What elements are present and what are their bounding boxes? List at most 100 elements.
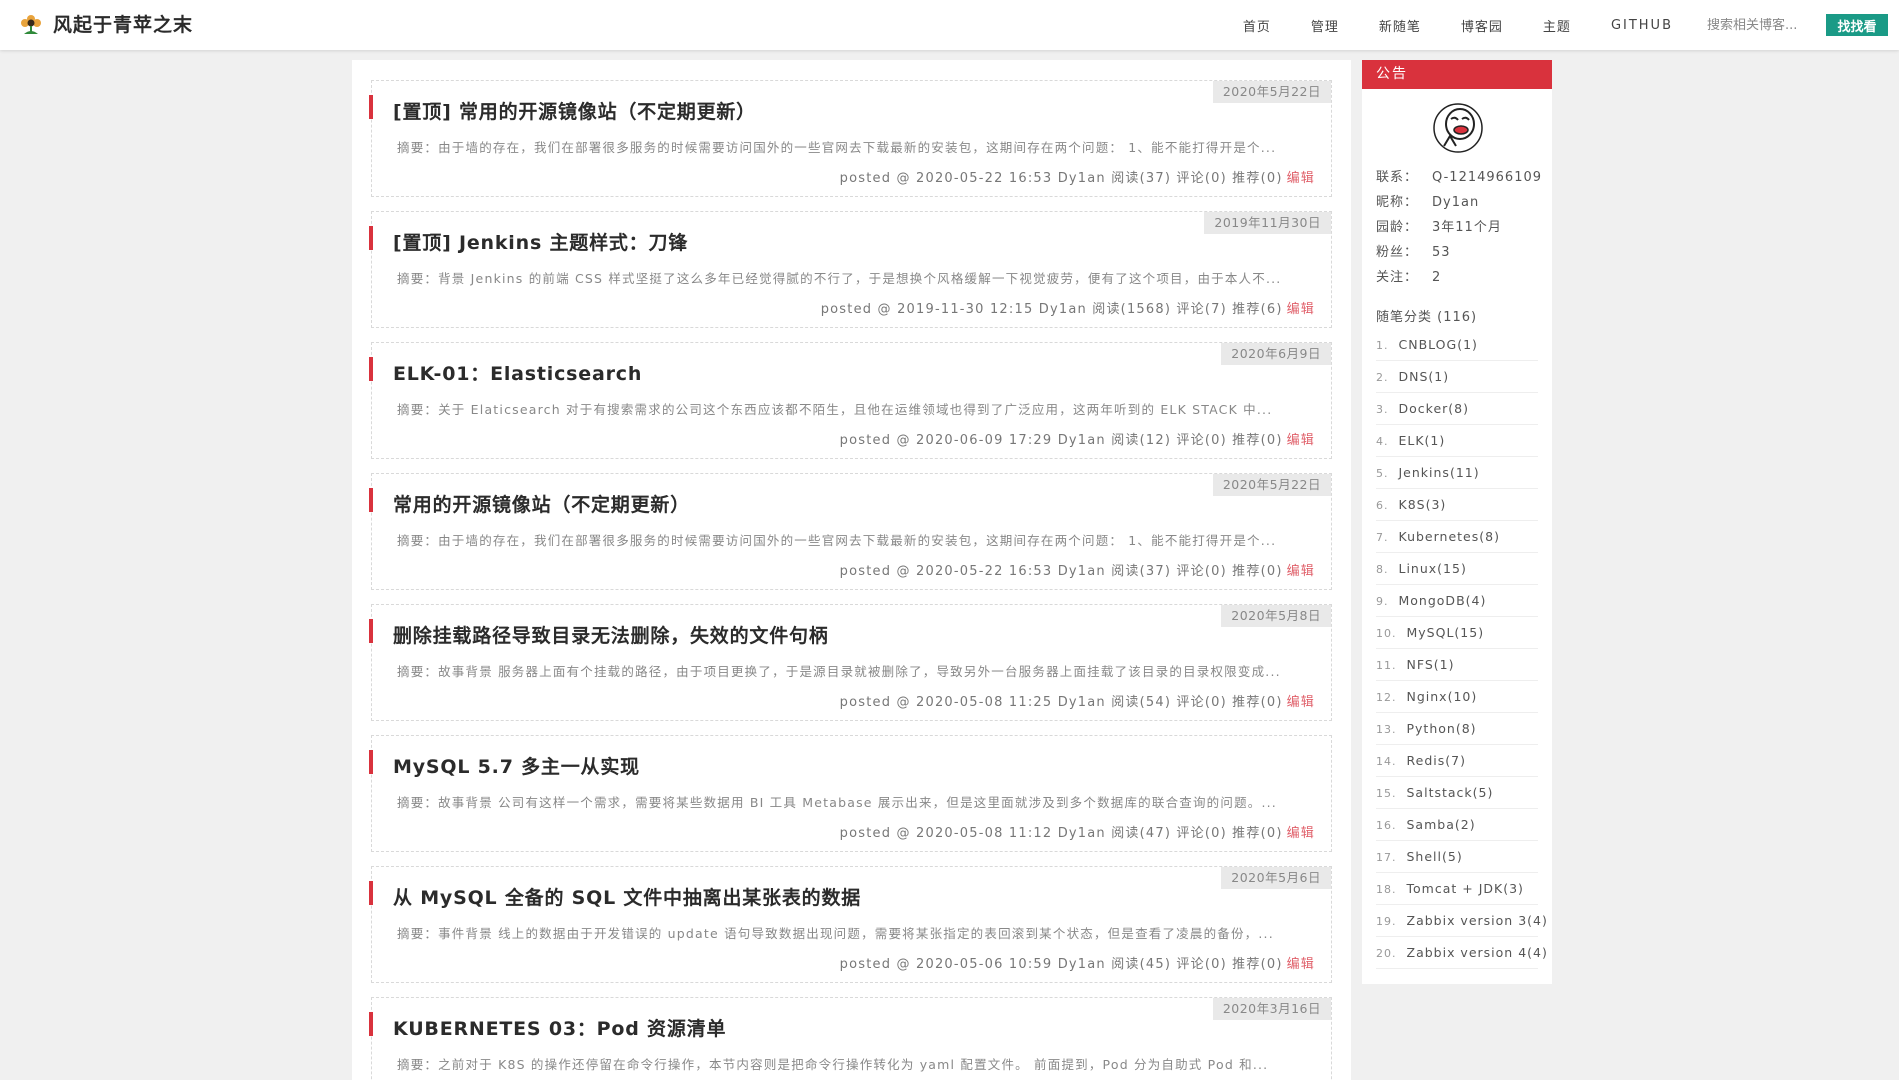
- post-title[interactable]: [置顶] Jenkins 主题样式：刀锋: [393, 228, 688, 255]
- title-accent-bar: [369, 226, 373, 250]
- announcement-header: 公告: [1362, 60, 1552, 89]
- post-date: 2020年6月9日: [1221, 343, 1331, 365]
- category-item[interactable]: 5. Jenkins(11): [1376, 457, 1538, 489]
- post-title[interactable]: 常用的开源镜像站（不定期更新）: [393, 490, 690, 517]
- nav-github[interactable]: GITHUB: [1611, 18, 1673, 33]
- post-summary: 摘要：背景 Jenkins 的前端 CSS 样式坚挺了这么多年已经觉得腻的不行了…: [397, 271, 1282, 286]
- post-date: 2020年5月22日: [1212, 474, 1331, 496]
- post-meta: posted @ 2020-05-22 16:53 Dy1an 阅读(37) 评…: [840, 560, 1315, 579]
- post-card: 2020年5月6日 从 MySQL 全备的 SQL 文件中抽离出某张表的数据 摘…: [369, 866, 1332, 983]
- post-summary: 摘要：事件背景 线上的数据由于开发错误的 update 语句导致数据出现问题，需…: [397, 926, 1274, 941]
- nav-admin[interactable]: 管理: [1311, 16, 1339, 35]
- title-accent-bar: [369, 619, 373, 643]
- post-date: 2020年5月6日: [1221, 867, 1331, 889]
- post-summary: 摘要：由于墙的存在，我们在部署很多服务的时候需要访问国外的一些官网去下载最新的安…: [397, 140, 1277, 155]
- category-item[interactable]: 3. Docker(8): [1376, 393, 1538, 425]
- post-meta: posted @ 2020-05-22 16:53 Dy1an 阅读(37) 评…: [840, 167, 1315, 186]
- category-list: 1. CNBLOG(1) 2. DNS(1) 3. Docker(8) 4. ELK(1…: [1376, 329, 1547, 969]
- post-title[interactable]: MySQL 5.7 多主一从实现: [393, 752, 640, 779]
- category-item[interactable]: 12. Nginx(10): [1376, 681, 1538, 713]
- post-card: MySQL 5.7 多主一从实现 摘要：故事背景 公司有这样一个需求，需要将某些…: [369, 735, 1332, 852]
- category-item[interactable]: 20. Zabbix version 4(4): [1376, 937, 1547, 969]
- post-card: 2020年5月22日 [置顶] 常用的开源镜像站（不定期更新） 摘要：由于墙的存…: [369, 80, 1332, 197]
- post-date: 2020年5月8日: [1221, 605, 1331, 627]
- edit-link[interactable]: 编辑: [1287, 564, 1315, 579]
- nav-new-post[interactable]: 新随笔: [1379, 16, 1421, 35]
- edit-link[interactable]: 编辑: [1287, 433, 1315, 448]
- post-meta-text: posted @ 2020-05-06 10:59 Dy1an 阅读(45) 评…: [839, 957, 1283, 972]
- info-following: 关注： 2: [1376, 270, 1442, 285]
- category-item[interactable]: 6. K8S(3): [1376, 489, 1538, 521]
- category-item[interactable]: 2. DNS(1): [1376, 361, 1538, 393]
- title-accent-bar: [369, 750, 373, 774]
- post-meta-text: posted @ 2020-06-09 17:29 Dy1an 阅读(12) 评…: [839, 433, 1283, 448]
- info-age: 园龄： 3年11个月: [1376, 220, 1502, 235]
- category-item[interactable]: 18. Tomcat + JDK(3): [1376, 873, 1538, 905]
- category-item[interactable]: 7. Kubernetes(8): [1376, 521, 1538, 553]
- sidebar: 公告 联系： Q-1214966109 昵称： Dy1an 园龄： 3年11个月 粉丝…: [1362, 60, 1552, 984]
- post-meta: posted @ 2020-05-08 11:12 Dy1an 阅读(47) 评…: [840, 822, 1315, 841]
- post-title[interactable]: ELK-01：Elasticsearch: [393, 359, 642, 386]
- top-navbar: 风起于青苹之末 首页 管理 新随笔 博客园 主题 GITHUB 找找看: [0, 0, 1899, 50]
- post-card: 2020年6月9日 ELK-01：Elasticsearch 摘要：关于 Ela…: [369, 342, 1332, 459]
- post-summary: 摘要：由于墙的存在，我们在部署很多服务的时候需要访问国外的一些官网去下载最新的安…: [397, 533, 1277, 548]
- category-item[interactable]: 9. MongoDB(4): [1376, 585, 1538, 617]
- category-heading: 随笔分类 (116): [1376, 310, 1478, 325]
- edit-link[interactable]: 编辑: [1287, 171, 1315, 186]
- nav-cnblogs[interactable]: 博客园: [1461, 16, 1503, 35]
- post-meta: posted @ 2019-11-30 12:15 Dy1an 阅读(1568)…: [821, 298, 1315, 317]
- category-item[interactable]: 1. CNBLOG(1): [1376, 329, 1538, 361]
- search-input[interactable]: [1707, 17, 1822, 33]
- post-card: 2019年11月30日 [置顶] Jenkins 主题样式：刀锋 摘要：背景 J…: [369, 211, 1332, 328]
- category-item[interactable]: 17. Shell(5): [1376, 841, 1538, 873]
- nav-home[interactable]: 首页: [1243, 16, 1271, 35]
- edit-link[interactable]: 编辑: [1287, 695, 1315, 710]
- post-meta-text: posted @ 2020-05-08 11:12 Dy1an 阅读(47) 评…: [839, 826, 1283, 841]
- post-title[interactable]: KUBERNETES 03：Pod 资源清单: [393, 1014, 726, 1041]
- category-item[interactable]: 10. MySQL(15): [1376, 617, 1538, 649]
- main-nav: 首页 管理 新随笔 博客园 主题 GITHUB 找找看: [1243, 0, 1899, 50]
- edit-link[interactable]: 编辑: [1287, 826, 1315, 841]
- title-accent-bar: [369, 488, 373, 512]
- info-followers: 粉丝： 53: [1376, 245, 1451, 260]
- site-title[interactable]: 风起于青苹之末: [53, 14, 193, 36]
- info-nickname: 昵称： Dy1an: [1376, 195, 1480, 210]
- category-item[interactable]: 8. Linux(15): [1376, 553, 1538, 585]
- post-summary: 摘要：故事背景 服务器上面有个挂载的路径，由于项目更换了，于是源目录就被删除了，…: [397, 664, 1281, 679]
- post-meta-text: posted @ 2019-11-30 12:15 Dy1an 阅读(1568)…: [820, 302, 1283, 317]
- profile-info: 联系： Q-1214966109 昵称： Dy1an 园龄： 3年11个月 粉丝： 53…: [1376, 165, 1542, 290]
- info-contact: 联系： Q-1214966109: [1376, 170, 1543, 185]
- post-summary: 摘要：故事背景 公司有这样一个需求，需要将某些数据用 BI 工具 Metabas…: [397, 795, 1277, 810]
- search-button[interactable]: 找找看: [1826, 14, 1888, 36]
- category-item[interactable]: 13. Python(8): [1376, 713, 1538, 745]
- post-card: 2020年5月8日 删除挂载路径导致目录无法删除，失效的文件句柄 摘要：故事背景…: [369, 604, 1332, 721]
- post-meta-text: posted @ 2020-05-08 11:25 Dy1an 阅读(54) 评…: [839, 695, 1283, 710]
- post-date: 2020年3月16日: [1212, 998, 1331, 1020]
- title-accent-bar: [369, 357, 373, 381]
- post-meta: posted @ 2020-05-06 10:59 Dy1an 阅读(45) 评…: [840, 953, 1315, 972]
- category-item[interactable]: 4. ELK(1): [1376, 425, 1538, 457]
- post-summary: 摘要：之前对于 K8S 的操作还停留在命令行操作，本节内容则是把命令行操作转化为…: [397, 1057, 1269, 1072]
- flower-logo-icon: [21, 15, 41, 34]
- category-item[interactable]: 19. Zabbix version 3(4): [1376, 905, 1547, 937]
- post-title[interactable]: [置顶] 常用的开源镜像站（不定期更新）: [393, 97, 756, 124]
- post-meta-text: posted @ 2020-05-22 16:53 Dy1an 阅读(37) 评…: [839, 171, 1283, 186]
- title-accent-bar: [369, 1012, 373, 1036]
- post-meta: posted @ 2020-06-09 17:29 Dy1an 阅读(12) 评…: [840, 429, 1315, 448]
- avatar[interactable]: [1432, 102, 1484, 154]
- post-card: 2020年3月16日 KUBERNETES 03：Pod 资源清单 摘要：之前对…: [369, 997, 1332, 1080]
- category-item[interactable]: 11. NFS(1): [1376, 649, 1538, 681]
- edit-link[interactable]: 编辑: [1287, 957, 1315, 972]
- post-meta-text: posted @ 2020-05-22 16:53 Dy1an 阅读(37) 评…: [839, 564, 1283, 579]
- category-item[interactable]: 16. Samba(2): [1376, 809, 1538, 841]
- post-card: 2020年5月22日 常用的开源镜像站（不定期更新） 摘要：由于墙的存在，我们在…: [369, 473, 1332, 590]
- post-meta: posted @ 2020-05-08 11:25 Dy1an 阅读(54) 评…: [840, 691, 1315, 710]
- post-date: 2020年5月22日: [1212, 81, 1331, 103]
- edit-link[interactable]: 编辑: [1287, 302, 1315, 317]
- post-title[interactable]: 删除挂载路径导致目录无法删除，失效的文件句柄: [393, 621, 829, 648]
- post-title[interactable]: 从 MySQL 全备的 SQL 文件中抽离出某张表的数据: [393, 883, 861, 910]
- nav-theme[interactable]: 主题: [1543, 16, 1571, 35]
- category-item[interactable]: 14. Redis(7): [1376, 745, 1538, 777]
- category-item[interactable]: 15. Saltstack(5): [1376, 777, 1538, 809]
- post-summary: 摘要：关于 Elaticsearch 对于有搜索需求的公司这个东西应该都不陌生，…: [397, 402, 1273, 417]
